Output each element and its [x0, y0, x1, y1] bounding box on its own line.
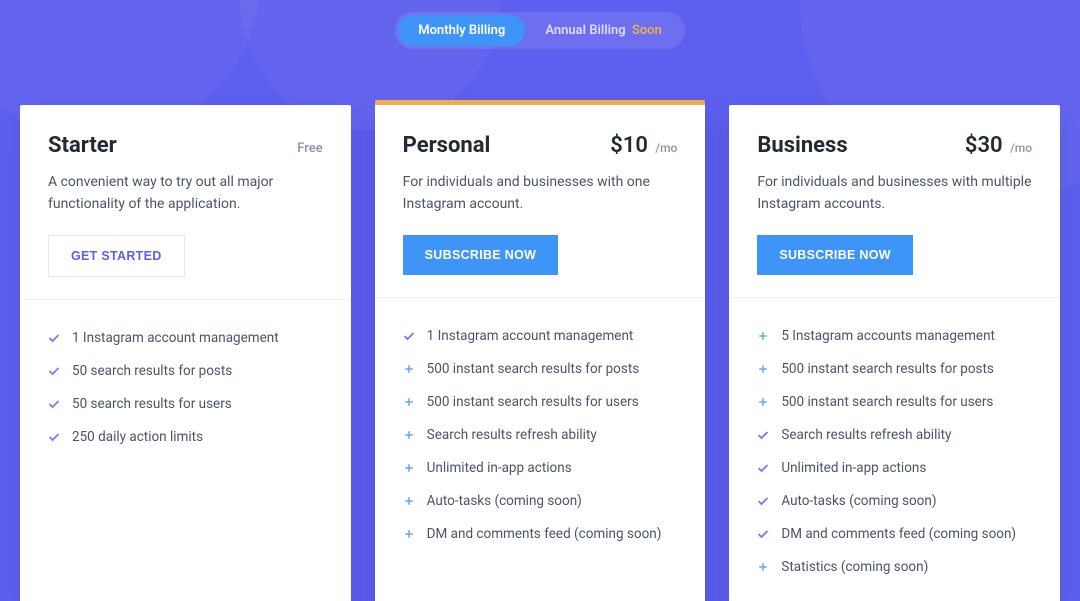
feature-text: Unlimited in-app actions — [427, 459, 572, 478]
feature-text: 500 instant search results for users — [427, 393, 639, 412]
plan-personal-card: Personal $10 /mo For individuals and bus… — [375, 100, 706, 601]
billing-monthly-tab[interactable]: Monthly Billing — [398, 15, 525, 46]
plus-icon — [403, 462, 415, 474]
plan-business-price-amount: $30 — [965, 133, 1003, 158]
feature-text: 1 Instagram account management — [427, 327, 634, 346]
check-icon — [48, 431, 60, 443]
feature-text: DM and comments feed (coming soon) — [781, 525, 1016, 544]
feature-item: 500 instant search results for users — [403, 386, 678, 419]
feature-text: 5 Instagram accounts management — [781, 327, 995, 346]
feature-text: Auto-tasks (coming soon) — [427, 492, 582, 511]
plan-starter-card: Starter Free A convenient way to try out… — [20, 105, 351, 601]
feature-text: 500 instant search results for posts — [427, 360, 640, 379]
feature-item: 1 Instagram account management — [403, 320, 678, 353]
check-icon — [757, 528, 769, 540]
feature-text: 500 instant search results for posts — [781, 360, 994, 379]
feature-item: 250 daily action limits — [48, 421, 323, 454]
feature-item: 500 instant search results for posts — [403, 353, 678, 386]
feature-item: 500 instant search results for posts — [757, 353, 1032, 386]
check-icon — [48, 332, 60, 344]
feature-text: 500 instant search results for users — [781, 393, 993, 412]
plan-business-price-period: /mo — [1010, 141, 1032, 155]
billing-toggle: Monthly Billing Annual Billing Soon — [395, 12, 685, 49]
feature-item: Unlimited in-app actions — [403, 452, 678, 485]
feature-text: 250 daily action limits — [72, 428, 203, 447]
check-icon — [48, 365, 60, 377]
feature-item: 5 Instagram accounts management — [757, 320, 1032, 353]
feature-item: 1 Instagram account management — [48, 322, 323, 355]
check-icon — [48, 398, 60, 410]
feature-item: DM and comments feed (coming soon) — [403, 518, 678, 551]
billing-annual-badge: Soon — [632, 23, 662, 38]
feature-text: 1 Instagram account management — [72, 329, 279, 348]
feature-item: Search results refresh ability — [757, 419, 1032, 452]
check-icon — [403, 330, 415, 342]
feature-item: Auto-tasks (coming soon) — [757, 485, 1032, 518]
feature-item: Auto-tasks (coming soon) — [403, 485, 678, 518]
feature-item: 50 search results for users — [48, 388, 323, 421]
plan-starter-features: 1 Instagram account management 50 search … — [20, 300, 351, 482]
plus-icon — [757, 396, 769, 408]
plan-starter-desc: A convenient way to try out all major fu… — [48, 172, 323, 215]
plus-icon — [757, 330, 769, 342]
check-icon — [757, 462, 769, 474]
billing-annual-label: Annual Billing — [545, 23, 625, 38]
feature-text: DM and comments feed (coming soon) — [427, 525, 662, 544]
subscribe-now-personal-button[interactable]: SUBSCRIBE NOW — [403, 235, 559, 275]
feature-text: 50 search results for users — [72, 395, 232, 414]
feature-item: 500 instant search results for users — [757, 386, 1032, 419]
plus-icon — [757, 561, 769, 573]
feature-item: DM and comments feed (coming soon) — [757, 518, 1032, 551]
subscribe-now-business-button[interactable]: SUBSCRIBE NOW — [757, 235, 913, 275]
plus-icon — [403, 495, 415, 507]
plus-icon — [403, 429, 415, 441]
plan-personal-price-amount: $10 — [610, 133, 648, 158]
billing-annual-tab[interactable]: Annual Billing Soon — [525, 15, 681, 46]
feature-text: Search results refresh ability — [781, 426, 951, 445]
plan-personal-features: 1 Instagram account management 500 instan… — [375, 298, 706, 578]
plan-starter-price: Free — [297, 141, 322, 156]
plan-personal-price: $10 /mo — [610, 133, 677, 158]
feature-text: Statistics (coming soon) — [781, 558, 928, 577]
check-icon — [757, 495, 769, 507]
plan-personal-desc: For individuals and businesses with one … — [403, 172, 678, 215]
plus-icon — [403, 396, 415, 408]
feature-item: Search results refresh ability — [403, 419, 678, 452]
plan-business-features: 5 Instagram accounts management 500 insta… — [729, 298, 1060, 601]
feature-item: Statistics (coming soon) — [757, 551, 1032, 584]
check-icon — [757, 429, 769, 441]
plan-starter-title: Starter — [48, 133, 117, 158]
plan-personal-price-period: /mo — [655, 141, 677, 155]
plus-icon — [403, 528, 415, 540]
get-started-button[interactable]: GET STARTED — [48, 235, 185, 277]
plan-business-price: $30 /mo — [965, 133, 1032, 158]
feature-item: 50 search results for posts — [48, 355, 323, 388]
plan-business-title: Business — [757, 133, 847, 158]
plan-personal-title: Personal — [403, 133, 491, 158]
feature-item: Unlimited in-app actions — [757, 452, 1032, 485]
plan-business-desc: For individuals and businesses with mult… — [757, 172, 1032, 215]
feature-text: Auto-tasks (coming soon) — [781, 492, 936, 511]
feature-text: Search results refresh ability — [427, 426, 597, 445]
feature-text: 50 search results for posts — [72, 362, 232, 381]
feature-text: Unlimited in-app actions — [781, 459, 926, 478]
plus-icon — [403, 363, 415, 375]
plus-icon — [757, 363, 769, 375]
plan-business-card: Business $30 /mo For individuals and bus… — [729, 105, 1060, 601]
